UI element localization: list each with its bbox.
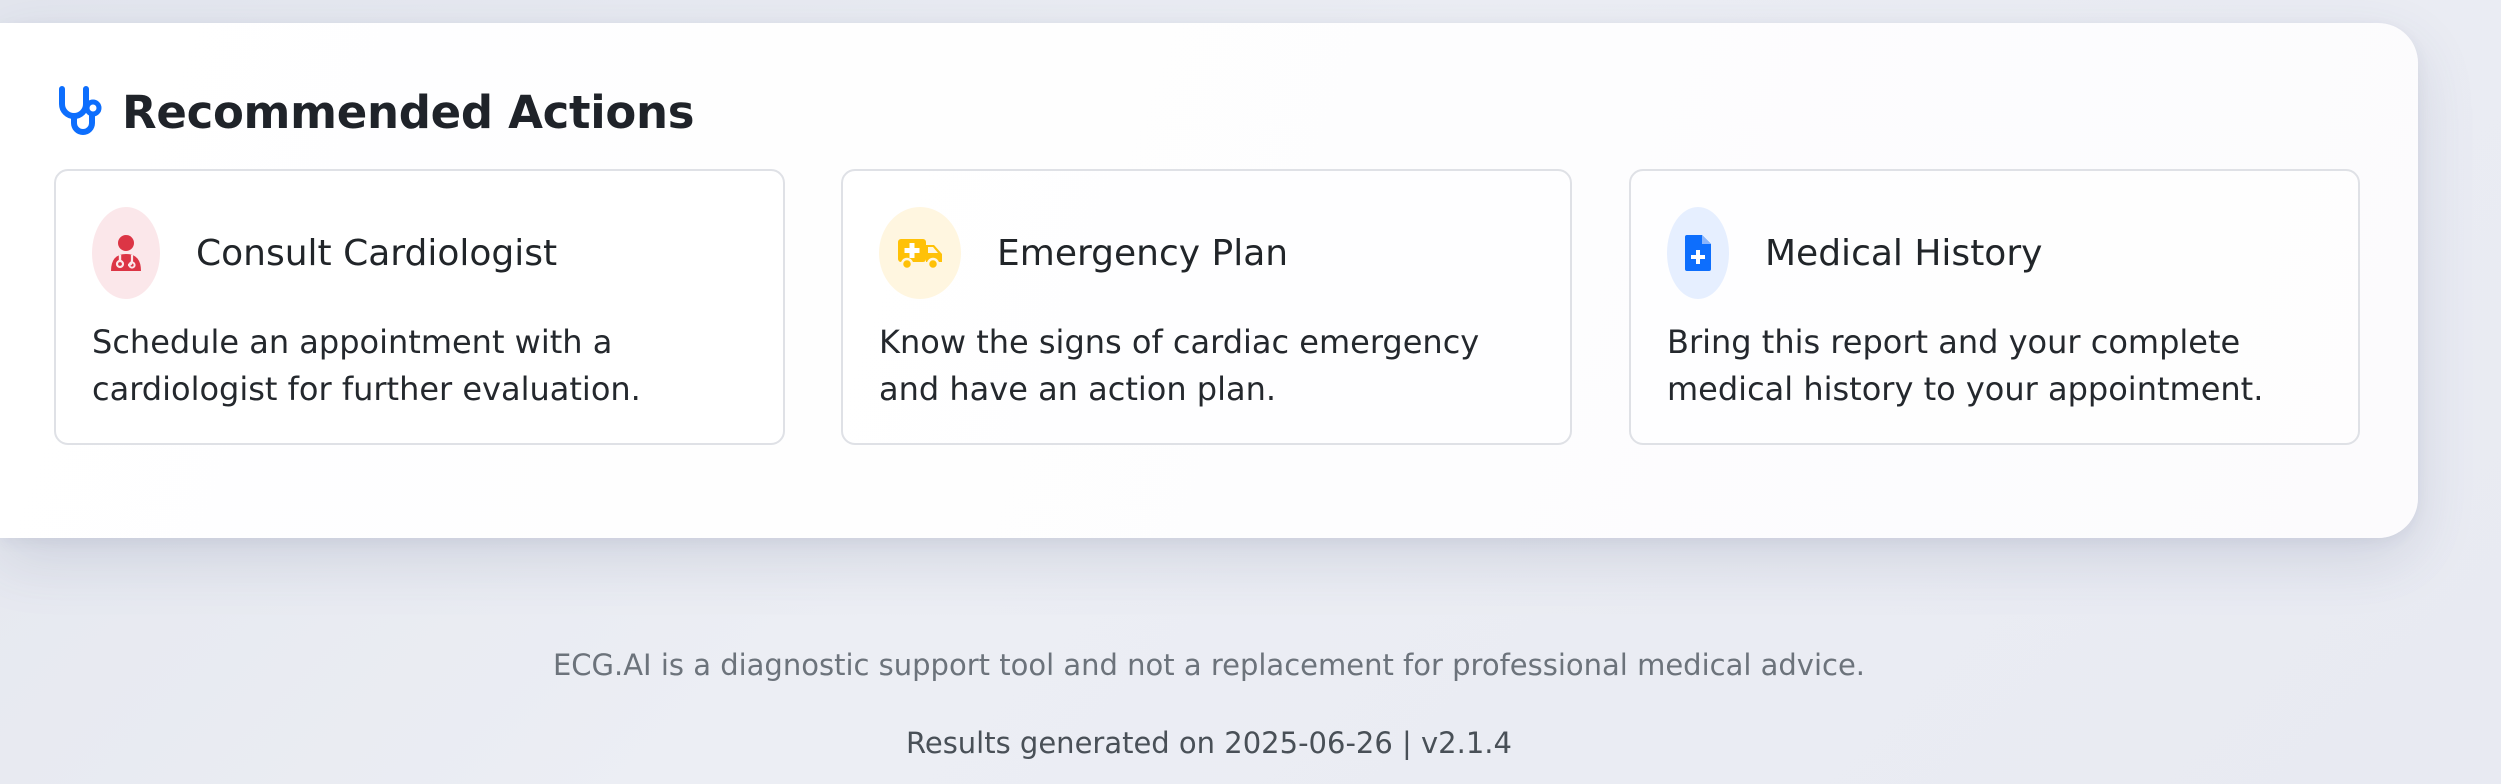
card-description: Know the signs of cardiac emergency and … [879,323,1480,408]
medical-file-icon [1667,207,1729,299]
doctor-icon [92,207,160,299]
ambulance-icon [879,207,961,299]
card-title: Emergency Plan [997,232,1289,274]
card-description: Bring this report and your complete medi… [1667,323,2264,408]
footer-generated-info: Results generated on 2025-06-26 | v2.1.4 [906,726,1512,760]
section-header: Recommended Actions [54,83,694,141]
action-card-consult-cardiologist: Consult Cardiologist Schedule an appoint… [54,169,785,445]
card-title: Consult Cardiologist [196,232,558,274]
action-card-medical-history: Medical History Bring this report and yo… [1629,169,2360,445]
stethoscope-icon [54,85,104,139]
card-header: Consult Cardiologist [92,207,557,299]
section-title: Recommended Actions [122,85,695,139]
card-title: Medical History [1765,232,2043,274]
card-header: Medical History [1667,207,2042,299]
footer-disclaimer: ECG.AI is a diagnostic support tool and … [552,648,1866,682]
card-description: Schedule an appointment with a cardiolog… [92,323,641,408]
action-card-emergency-plan: Emergency Plan Know the signs of cardiac… [841,169,1572,445]
card-header: Emergency Plan [879,207,1288,299]
recommended-actions-panel: Recommended Actions Consult Cardiologist… [0,23,2418,538]
